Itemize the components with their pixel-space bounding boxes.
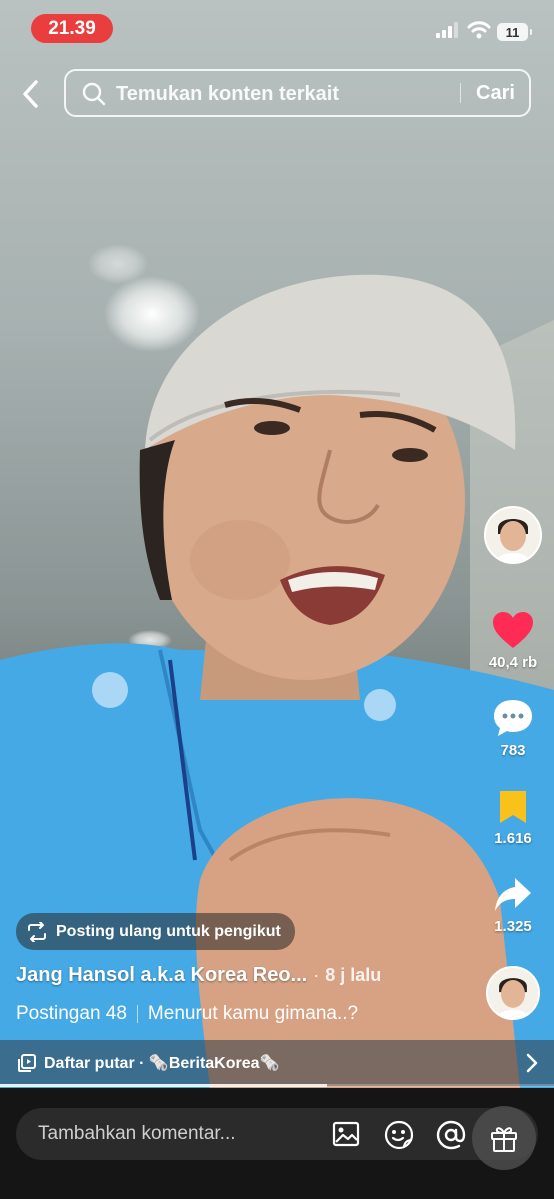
author-name[interactable]: Jang Hansol a.k.a Korea Reo... bbox=[16, 964, 307, 987]
repost-label: Posting ulang untuk pengikut bbox=[56, 922, 281, 940]
video-progress-fill bbox=[0, 1084, 327, 1087]
playlist-bar[interactable]: Daftar putar · 🗞️BeritaKorea🗞️ bbox=[0, 1040, 554, 1086]
share-count: 1.325 bbox=[494, 918, 532, 935]
back-button[interactable] bbox=[14, 76, 46, 112]
video-progress-bar[interactable] bbox=[0, 1084, 554, 1087]
playlist-icon bbox=[18, 1054, 36, 1072]
image-icon[interactable] bbox=[332, 1120, 360, 1148]
caption-tag: Postingan 48 bbox=[16, 1003, 127, 1024]
search-icon bbox=[82, 82, 106, 106]
reposter-avatar-image bbox=[488, 968, 538, 1018]
playlist-label: Daftar putar · 🗞️BeritaKorea🗞️ bbox=[44, 1055, 280, 1072]
emoji-icon[interactable] bbox=[384, 1120, 414, 1150]
comment-action[interactable]: 783 bbox=[478, 698, 548, 759]
caption-text: Menurut kamu gimana..? bbox=[147, 1003, 359, 1024]
search-placeholder: Temukan konten terkait bbox=[116, 83, 340, 105]
chevron-right-icon bbox=[526, 1053, 538, 1073]
share-icon bbox=[495, 878, 531, 911]
signal-icon bbox=[436, 22, 458, 38]
reposter-avatar[interactable] bbox=[486, 966, 540, 1020]
meta-separator: · bbox=[313, 965, 320, 985]
comment-bar: Tambahkan komentar... bbox=[0, 1088, 554, 1199]
heart-icon bbox=[493, 612, 533, 648]
mention-icon[interactable] bbox=[436, 1120, 466, 1150]
search-input[interactable]: Temukan konten terkait Cari bbox=[64, 69, 531, 117]
gift-button[interactable] bbox=[472, 1106, 536, 1170]
repost-badge[interactable]: Posting ulang untuk pengikut bbox=[16, 913, 295, 950]
back-icon bbox=[23, 80, 38, 108]
bookmark-icon bbox=[500, 791, 526, 823]
like-action[interactable]: 40,4 rb bbox=[478, 610, 548, 671]
comment-placeholder: Tambahkan komentar... bbox=[38, 1123, 236, 1144]
search-submit-button[interactable]: Cari bbox=[476, 82, 515, 105]
status-time: 21.39 bbox=[31, 14, 113, 43]
creator-avatar[interactable] bbox=[484, 506, 542, 564]
share-action[interactable]: 1.325 bbox=[478, 876, 548, 935]
save-action[interactable]: 1.616 bbox=[478, 788, 548, 847]
comment-icon bbox=[494, 700, 532, 736]
battery-indicator: 11 bbox=[497, 23, 532, 41]
caption[interactable]: Postingan 48 Menurut kamu gimana..? bbox=[16, 1003, 358, 1025]
author-row: Jang Hansol a.k.a Korea Reo... · 8 j lal… bbox=[16, 964, 381, 987]
save-count: 1.616 bbox=[494, 830, 532, 847]
comment-input[interactable]: Tambahkan komentar... bbox=[16, 1108, 538, 1160]
comment-count: 783 bbox=[500, 742, 526, 759]
search-divider bbox=[460, 83, 461, 103]
caption-divider bbox=[136, 1005, 138, 1023]
post-time: 8 j lalu bbox=[325, 965, 382, 985]
status-bar: 21.39 11 bbox=[0, 0, 554, 56]
gift-icon bbox=[491, 1127, 517, 1152]
creator-avatar-image bbox=[486, 508, 540, 562]
wifi-icon bbox=[467, 21, 491, 39]
like-count: 40,4 rb bbox=[488, 654, 538, 671]
repost-icon bbox=[28, 921, 46, 942]
